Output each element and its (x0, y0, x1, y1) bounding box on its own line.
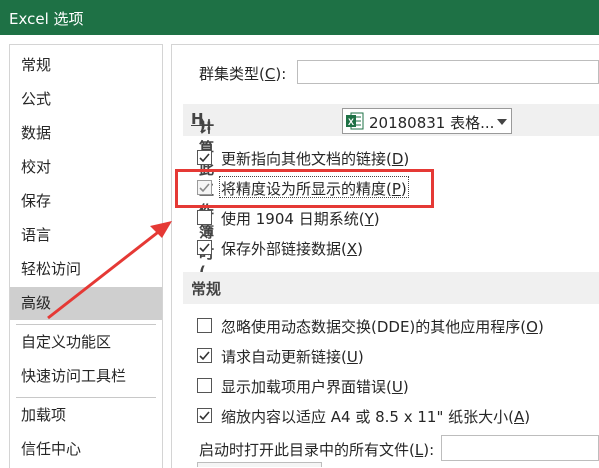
annotation-arrow (47, 221, 172, 320)
arrow-shaft (47, 224, 167, 320)
